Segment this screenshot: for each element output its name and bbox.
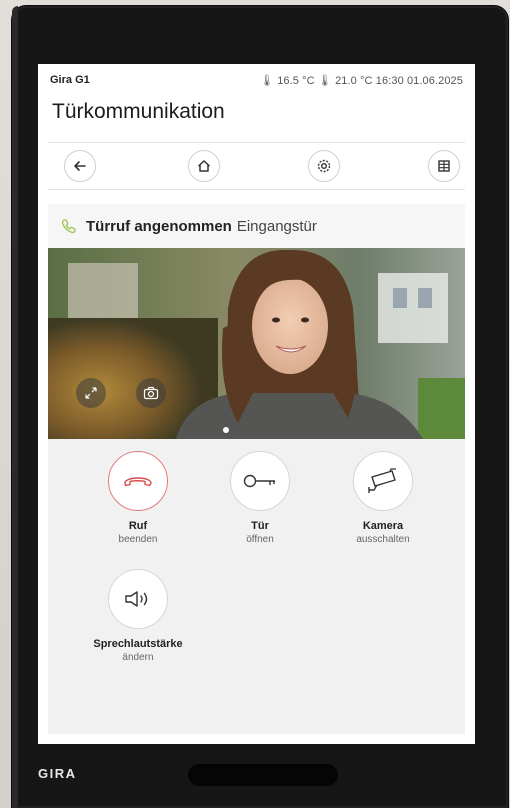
grid-button[interactable] [428, 150, 460, 182]
device-bezel-edge [12, 6, 18, 808]
open-door-action[interactable]: Tür öffnen [195, 451, 325, 546]
volume-label: Sprechlautstärke [93, 638, 183, 650]
settings-button[interactable] [308, 150, 340, 182]
end-call-sublabel: beenden [118, 534, 158, 545]
device-name: Gira G1 [50, 74, 90, 86]
volume-action[interactable]: Sprechlautstärke ändern [73, 569, 203, 664]
security-camera-icon [368, 468, 396, 493]
open-door-sublabel: öffnen [246, 534, 274, 545]
call-location-text: Eingangstür [236, 217, 317, 235]
home-icon [197, 160, 211, 172]
camera-off-sublabel: ausschalten [356, 534, 410, 545]
gira-logo: GIRA [38, 766, 77, 781]
hang-up-icon [124, 477, 152, 487]
fullscreen-button[interactable] [76, 378, 106, 408]
call-status-text: Türruf angenommen [86, 217, 232, 235]
camera-off-button[interactable] [353, 451, 413, 511]
end-call-button[interactable] [108, 451, 168, 511]
camera-off-label: Kamera [362, 520, 404, 532]
settings-gear-icon [317, 159, 331, 173]
touch-screen: Gira G1 🌡 16.5 °C 🌡 21.0 °C 16:30 01.06.… [38, 64, 475, 744]
camera-video-feed[interactable] [48, 248, 465, 439]
volume-button[interactable] [108, 569, 168, 629]
open-door-button[interactable] [230, 451, 290, 511]
home-button[interactable] [188, 150, 220, 182]
open-door-label: Tür [251, 520, 269, 532]
expand-icon [85, 387, 97, 399]
phone-accepted-icon [61, 219, 76, 234]
speaker-volume-icon [125, 591, 148, 607]
back-button[interactable] [64, 150, 96, 182]
nav-bar [38, 148, 475, 184]
page-title: Türkommunikation [52, 100, 225, 123]
divider [48, 189, 465, 190]
status-info: 🌡 16.5 °C 🌡 21.0 °C 16:30 01.06.2025 [259, 74, 463, 87]
camera-snapshot-icon [143, 386, 159, 400]
action-grid: Ruf beenden Tür öffnen Kamera ausschalte… [48, 451, 465, 741]
camera-image [48, 248, 465, 439]
call-status-bar: Türruf angenommen Eingangstür [48, 204, 465, 248]
status-bar: Gira G1 🌡 16.5 °C 🌡 21.0 °C 16:30 01.06.… [50, 72, 463, 88]
key-icon [243, 474, 275, 488]
back-arrow-icon [74, 161, 86, 171]
proximity-sensor [188, 764, 338, 786]
page-indicator-dot [223, 427, 229, 433]
door-call-panel: Türruf angenommen Eingangstür Ruf beende… [48, 204, 465, 734]
volume-sublabel: ändern [122, 652, 154, 663]
grid-icon [438, 160, 450, 172]
end-call-label: Ruf [128, 520, 148, 532]
camera-off-action[interactable]: Kamera ausschalten [318, 451, 448, 546]
snapshot-button[interactable] [136, 378, 166, 408]
divider [48, 142, 465, 143]
end-call-action[interactable]: Ruf beenden [73, 451, 203, 546]
